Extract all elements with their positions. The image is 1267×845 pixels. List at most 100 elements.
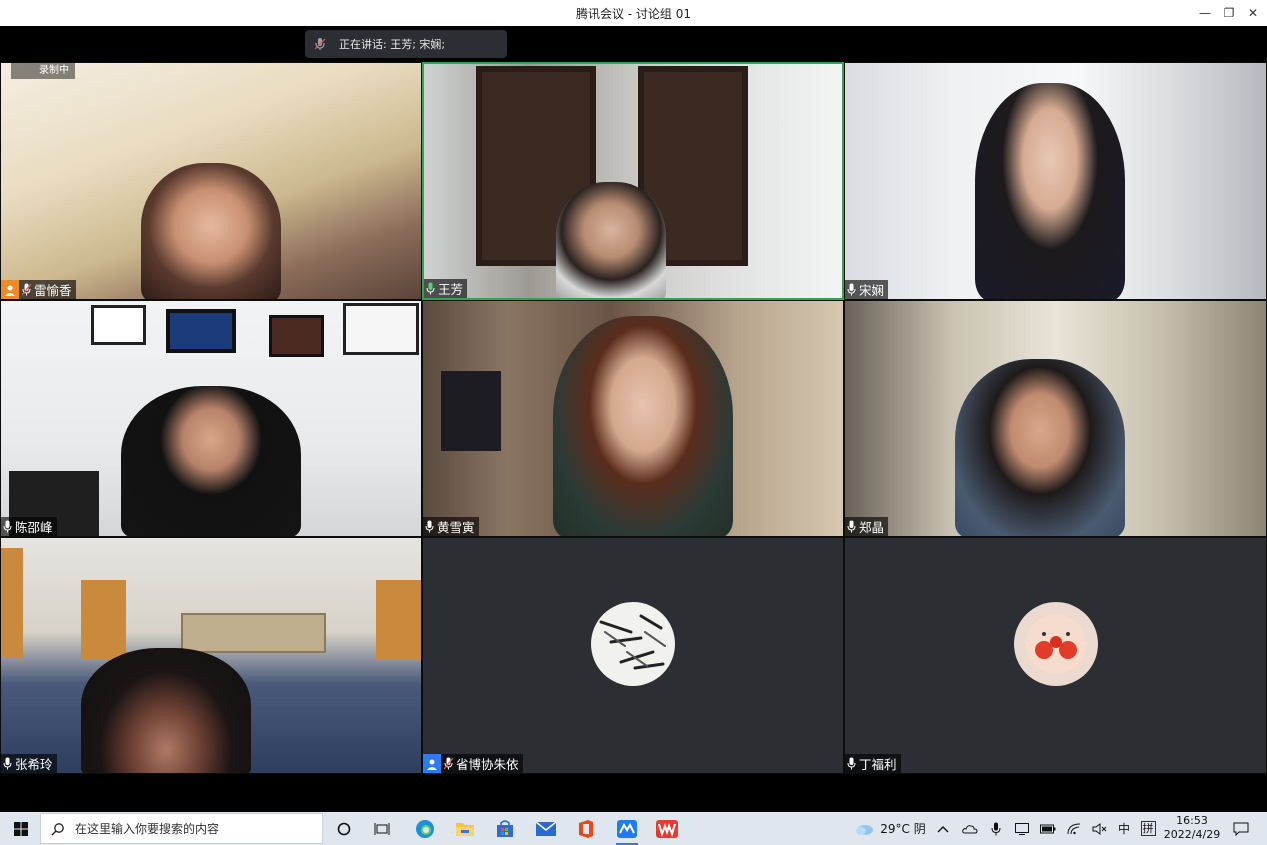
participant-name: 宋娴 [859, 283, 885, 298]
host-icon [1, 280, 19, 299]
battery-icon [1040, 824, 1056, 833]
mail-icon [535, 820, 557, 836]
mic-icon [3, 520, 12, 533]
office-logo-icon [579, 819, 593, 838]
participant-name: 郑晶 [859, 520, 885, 535]
volume-tray[interactable] [1090, 812, 1110, 845]
clock-date: 2022/4/29 [1163, 828, 1221, 841]
battery-tray[interactable] [1038, 812, 1058, 845]
participant-name: 省博协朱依 [456, 757, 519, 772]
participant-label: 郑晶 [845, 517, 889, 536]
ime-mode-text: 拼 [1140, 821, 1156, 836]
microphone-tray[interactable] [986, 812, 1006, 845]
video-tile-9[interactable]: 丁福利 [844, 537, 1267, 774]
wifi-tray[interactable] [1064, 812, 1084, 845]
participant-figure [81, 648, 251, 773]
participant-figure [121, 386, 301, 536]
ime-mode-indicator[interactable]: 拼 [1138, 812, 1158, 845]
participant-figure [556, 182, 666, 298]
speaker-muted-icon [1092, 822, 1107, 835]
wall-frame [269, 315, 324, 357]
video-tile-4[interactable]: 陈邵峰 [0, 300, 422, 537]
baby-avatar-icon [1013, 601, 1098, 686]
weather-text: 29°C 阴 [880, 822, 926, 836]
video-tile-7[interactable]: 张希玲 [0, 537, 422, 774]
participant-name: 丁福利 [859, 757, 897, 772]
avatar [1013, 601, 1098, 686]
restore-button[interactable]: ❐ [1219, 3, 1239, 23]
search-icon [51, 822, 64, 835]
participant-name: 黄雪寅 [437, 520, 475, 535]
cortana-circle-icon [337, 822, 351, 835]
window-blind [81, 580, 126, 660]
taskbar-clock[interactable]: 16:53 2022/4/29 [1160, 814, 1224, 842]
start-button[interactable] [6, 812, 36, 845]
display-icon [1015, 822, 1029, 835]
minimize-button[interactable]: — [1195, 3, 1215, 23]
task-view-icon [374, 822, 390, 835]
notification-center-button[interactable] [1230, 812, 1252, 845]
participant-figure [975, 83, 1125, 299]
task-view-button[interactable] [370, 812, 394, 845]
avatar [591, 601, 675, 686]
screen-share-tray[interactable] [1012, 812, 1032, 845]
wall-mural [181, 613, 326, 653]
participant-name: 王芳 [438, 282, 464, 297]
windows-taskbar: 在这里输入你要搜索的内容 29°C 阴 中 拼 16:53 2022/4/29 [0, 812, 1267, 845]
microphone-icon [991, 822, 1001, 835]
close-button[interactable]: ✕ [1243, 3, 1263, 23]
speaking-banner: 正在讲话: 王芳; 宋娴; [305, 30, 507, 58]
folder-icon [456, 822, 474, 836]
speaking-text: 正在讲话: 王芳; 宋娴; [339, 38, 446, 51]
participant-label: 丁福利 [845, 754, 901, 773]
tencent-meeting-app[interactable] [610, 812, 644, 845]
video-tile-5[interactable]: 黄雪寅 [422, 300, 844, 537]
video-tile-2[interactable]: 王芳 [422, 62, 844, 300]
mic-active-icon [426, 282, 435, 295]
window-blind [376, 580, 421, 660]
video-tile-3[interactable]: 宋娴 [844, 62, 1267, 300]
video-tile-6[interactable]: 郑晶 [844, 300, 1267, 537]
mail-app[interactable] [533, 812, 559, 845]
participant-label: 省博协朱依 [423, 754, 523, 773]
store-app[interactable] [492, 812, 518, 845]
wifi-icon [1067, 823, 1081, 834]
windows-logo-icon [14, 821, 28, 836]
wall-frame [343, 303, 419, 355]
chevron-up-icon [937, 825, 949, 832]
participant-label: 黄雪寅 [423, 517, 479, 536]
mic-icon [3, 757, 12, 770]
notification-icon [1233, 822, 1249, 836]
participant-figure [955, 359, 1125, 536]
wps-app[interactable] [652, 812, 682, 845]
wps-logo-icon [656, 819, 678, 838]
mic-icon [847, 757, 856, 770]
video-tile-1[interactable]: 录制中 雷愉香 [0, 62, 422, 300]
mic-muted-icon [444, 757, 453, 770]
office-app[interactable] [573, 812, 599, 845]
onedrive-tray[interactable] [960, 812, 980, 845]
wall-frame [166, 309, 236, 353]
weather-widget[interactable]: 29°C 阴 [850, 812, 930, 845]
participant-name: 陈邵峰 [15, 520, 53, 535]
taskbar-search[interactable]: 在这里输入你要搜索的内容 [40, 813, 323, 844]
window-titlebar: 腾讯会议 - 讨论组 01 — ❐ ✕ [0, 0, 1267, 26]
speaking-mic-icon [314, 38, 326, 50]
mic-icon [847, 520, 856, 533]
clock-time: 16:53 [1176, 814, 1208, 827]
participant-label: 陈邵峰 [1, 517, 57, 536]
ime-language-indicator[interactable]: 中 [1114, 812, 1134, 845]
video-tile-8[interactable]: 省博协朱依 [422, 537, 844, 774]
participant-name: 雷愉香 [34, 283, 72, 298]
cloud-weather-icon [856, 824, 874, 835]
search-placeholder: 在这里输入你要搜索的内容 [75, 822, 220, 836]
file-explorer-app[interactable] [452, 812, 478, 845]
participant-figure [141, 163, 281, 299]
tv-screen [441, 371, 501, 451]
mic-icon [847, 283, 856, 296]
participant-label: 雷愉香 [1, 280, 76, 299]
tray-overflow-button[interactable] [934, 812, 952, 845]
edge-app[interactable] [412, 812, 438, 845]
edge-browser-icon [416, 819, 434, 838]
cortana-button[interactable] [332, 812, 356, 845]
